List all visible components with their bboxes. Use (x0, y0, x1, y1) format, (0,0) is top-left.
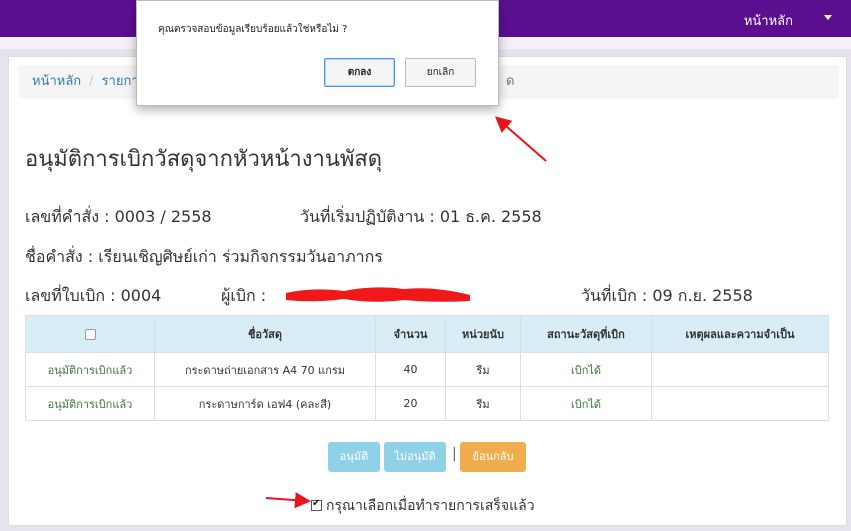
main-panel: หน้าหลัก / รายการ ด อนุมัติการเบิกวัสดุจาก… (8, 56, 847, 526)
breadcrumb-separator: / (89, 74, 94, 89)
row-quantity: 40 (375, 352, 446, 387)
slip-number: เลขที่ใบเบิก : 0004 (25, 286, 162, 305)
table-header-row: ชื่อวัสดุ จำนวน หน่วยนับ สถานะวัสดุที่เบ… (25, 315, 829, 353)
row-unit: รีม (445, 386, 521, 421)
redaction-mark (286, 287, 470, 302)
dialog-cancel-button[interactable]: ยกเลิก (405, 58, 476, 87)
breadcrumb-home[interactable]: หน้าหลัก (32, 74, 81, 89)
table-row: อนุมัติการเบิกแล้ว กระดาษการ์ด เอฟ4 (คละ… (25, 386, 829, 421)
row-reason (651, 386, 829, 421)
dialog-message: คุณตรวจสอบข้อมูลเรียบร้อยแล้วใช่หรือไม่ … (158, 24, 348, 35)
column-header: สถานะวัสดุที่เบิก (520, 315, 652, 353)
button-separator: | (452, 446, 457, 462)
row-unit: รีม (445, 352, 521, 387)
confirm-checkbox[interactable] (311, 498, 322, 511)
requester-label: ผู้เบิก : (221, 286, 267, 305)
approve-button[interactable]: อนุมัติ (328, 442, 380, 472)
row-quantity: 20 (375, 386, 446, 421)
table-row: อนุมัติการเบิกแล้ว กระดาษถ่ายเอกสาร A4 7… (25, 352, 829, 387)
row-item-status: เบิกได้ (520, 386, 652, 421)
nav-home-link[interactable]: หน้าหลัก (744, 10, 793, 31)
column-header: เหตุผลและความจำเป็น (651, 315, 829, 353)
confirm-dialog: คุณตรวจสอบข้อมูลเรียบร้อยแล้วใช่หรือไม่ … (136, 0, 499, 106)
row-item-status: เบิกได้ (520, 352, 652, 387)
confirm-row: กรุณาเลือกเมื่อทำรายการเสร็จแล้ว (311, 495, 535, 517)
row-status: อนุมัติการเบิกแล้ว (25, 352, 155, 387)
chevron-down-icon[interactable] (824, 15, 832, 20)
order-name: ชื่อคำสั่ง : เรียนเชิญศิษย์เก่า ร่วมกิจก… (25, 247, 383, 266)
reject-button[interactable]: ไม่อนุมัติ (384, 442, 446, 472)
row-reason (651, 352, 829, 387)
items-table: ชื่อวัสดุ จำนวน หน่วยนับ สถานะวัสดุที่เบ… (25, 315, 829, 421)
confirm-label: กรุณาเลือกเมื่อทำรายการเสร็จแล้ว (326, 498, 535, 514)
select-all-cell (25, 315, 155, 353)
select-all-checkbox[interactable] (84, 329, 96, 340)
request-date: วันที่เบิก : 09 ก.ย. 2558 (581, 286, 753, 305)
column-header: หน่วยนับ (445, 315, 521, 353)
row-status: อนุมัติการเบิกแล้ว (25, 386, 155, 421)
page-title: อนุมัติการเบิกวัสดุจากหัวหน้างานพัสดุ (25, 147, 383, 172)
back-button[interactable]: ย้อนกลับ (460, 442, 526, 472)
column-header: จำนวน (375, 315, 446, 353)
start-date: วันที่เริ่มปฏิบัติงาน : 01 ธ.ค. 2558 (300, 207, 542, 226)
column-header: ชื่อวัสดุ (154, 315, 376, 353)
order-number: เลขที่คำสั่ง : 0003 / 2558 (25, 207, 212, 226)
row-item-name: กระดาษถ่ายเอกสาร A4 70 แกรม (154, 352, 376, 387)
dialog-ok-button[interactable]: ตกลง (324, 58, 395, 87)
row-item-name: กระดาษการ์ด เอฟ4 (คละสี) (154, 386, 376, 421)
breadcrumb-current: ด (506, 74, 515, 89)
